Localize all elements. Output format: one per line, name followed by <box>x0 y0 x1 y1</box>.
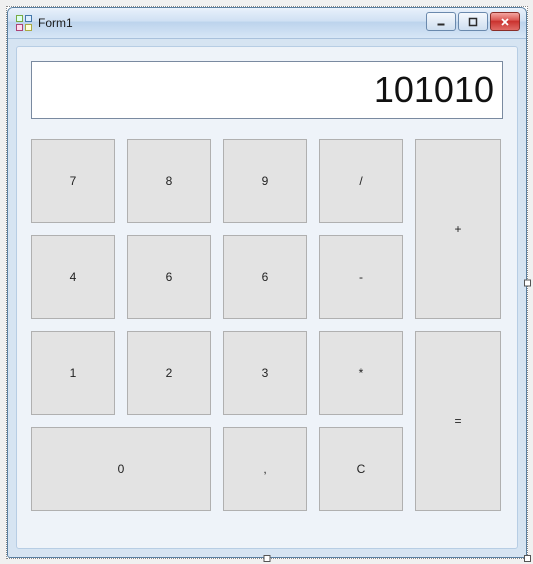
resize-handle-corner[interactable] <box>524 555 531 562</box>
button-3[interactable]: 3 <box>223 331 307 415</box>
display-textbox[interactable]: 101010 <box>31 61 503 119</box>
button-4[interactable]: 4 <box>31 235 115 319</box>
client-area: 101010 7 8 9 / 4 6 6 - 1 2 3 * <box>16 46 518 549</box>
minimize-button[interactable] <box>426 12 456 31</box>
button-equals[interactable]: = <box>415 331 501 511</box>
button-plus[interactable]: + <box>415 139 501 319</box>
resize-handle-right[interactable] <box>524 279 531 286</box>
button-divide[interactable]: / <box>319 139 403 223</box>
button-8[interactable]: 8 <box>127 139 211 223</box>
button-comma[interactable]: , <box>223 427 307 511</box>
button-clear[interactable]: C <box>319 427 403 511</box>
button-2[interactable]: 2 <box>127 331 211 415</box>
maximize-icon <box>468 17 478 27</box>
form-window: Form1 101010 <box>7 7 527 558</box>
button-6b[interactable]: 6 <box>223 235 307 319</box>
button-7[interactable]: 7 <box>31 139 115 223</box>
maximize-button[interactable] <box>458 12 488 31</box>
button-9[interactable]: 9 <box>223 139 307 223</box>
keypad: 7 8 9 / 4 6 6 - 1 2 3 * 0 , C + <box>31 139 503 534</box>
form-icon <box>16 15 32 31</box>
button-multiply[interactable]: * <box>319 331 403 415</box>
window-title: Form1 <box>38 16 73 30</box>
button-6a[interactable]: 6 <box>127 235 211 319</box>
close-icon <box>500 17 510 27</box>
button-0[interactable]: 0 <box>31 427 211 511</box>
button-1[interactable]: 1 <box>31 331 115 415</box>
minimize-icon <box>436 17 446 27</box>
resize-handle-bottom[interactable] <box>264 555 271 562</box>
close-button[interactable] <box>490 12 520 31</box>
window-controls <box>426 12 520 31</box>
designer-canvas: Form1 101010 <box>6 6 528 559</box>
button-minus[interactable]: - <box>319 235 403 319</box>
title-bar[interactable]: Form1 <box>8 8 526 39</box>
